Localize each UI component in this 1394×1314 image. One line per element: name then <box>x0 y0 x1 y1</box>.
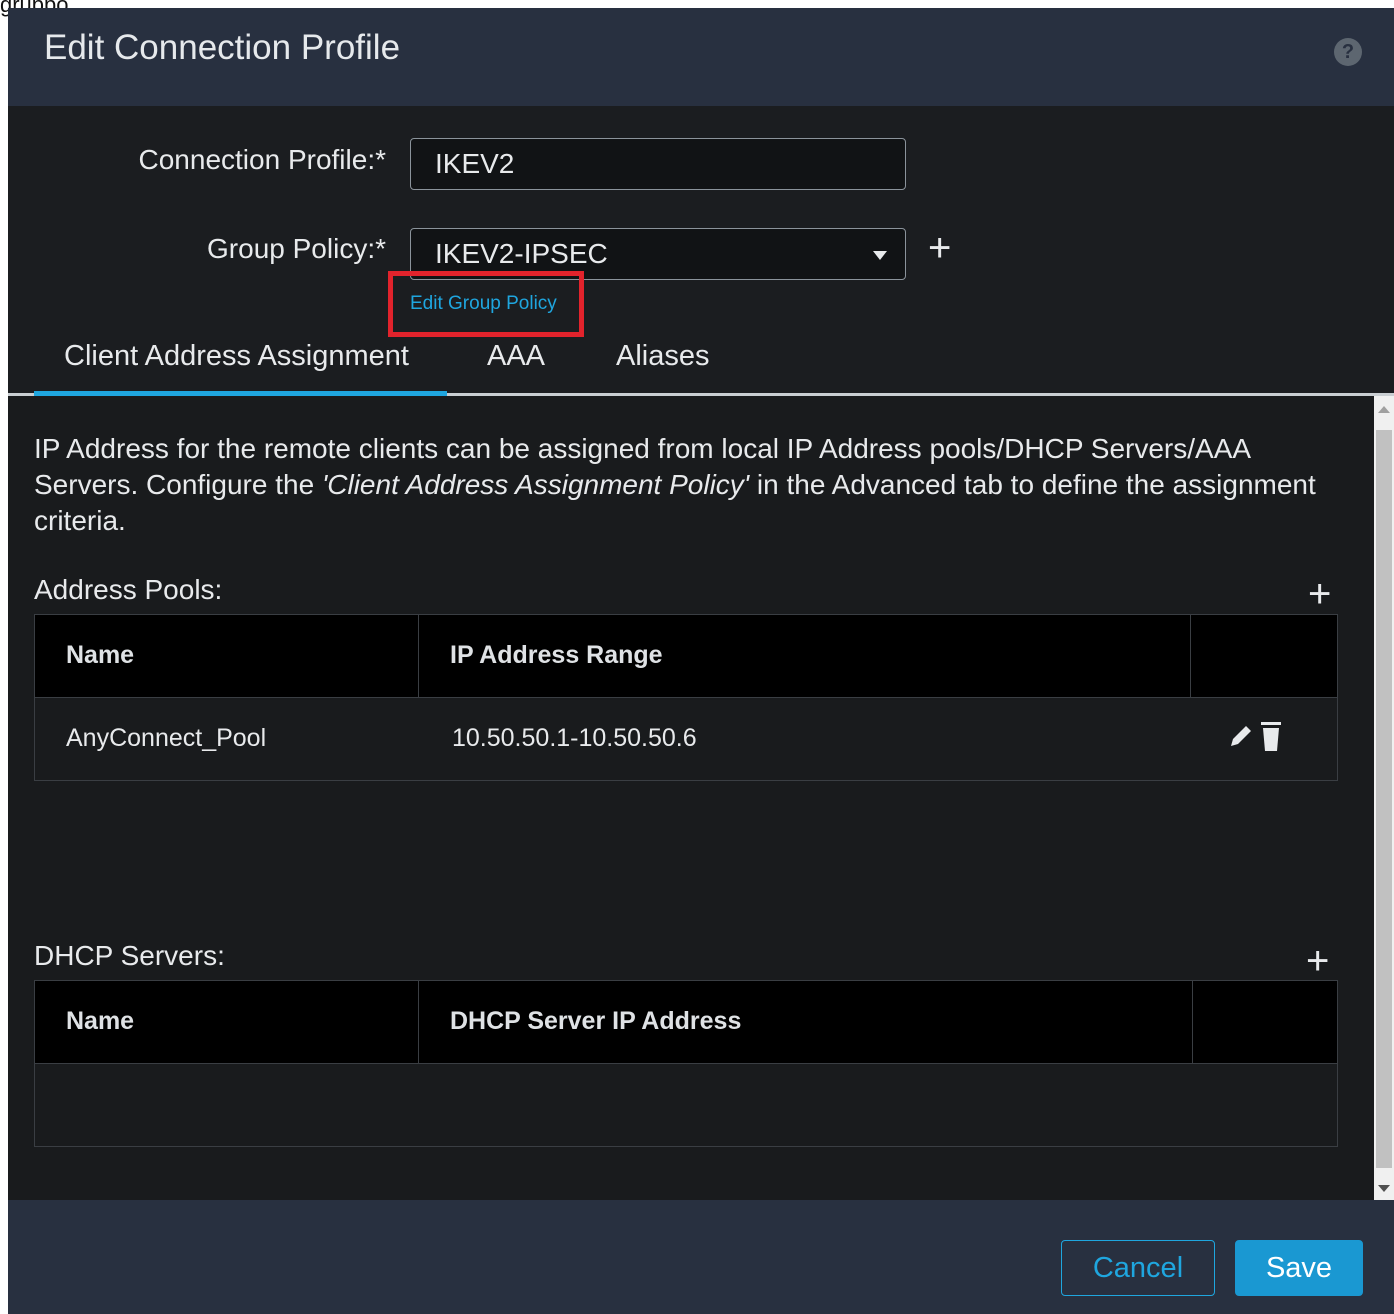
add-dhcp-server-icon[interactable]: + <box>1306 941 1329 981</box>
dhcp-servers-label: DHCP Servers: <box>34 940 225 971</box>
column-header-name: Name <box>35 981 419 1063</box>
address-pools-table: Name IP Address Range AnyConnect_Pool 10… <box>34 614 1338 781</box>
save-button[interactable]: Save <box>1235 1240 1363 1296</box>
column-header-actions <box>1191 615 1337 697</box>
description-emphasis: 'Client Address Assignment Policy' <box>321 469 750 500</box>
edit-connection-profile-dialog: Edit Connection Profile ? Connection Pro… <box>8 8 1394 1314</box>
dialog-title: Edit Connection Profile <box>44 28 401 67</box>
column-header-ip-range: IP Address Range <box>419 615 1191 697</box>
scroll-up-arrow-icon[interactable] <box>1378 406 1390 413</box>
tab-aliases[interactable]: Aliases <box>616 340 710 373</box>
pool-name-cell: AnyConnect_Pool <box>66 724 267 752</box>
add-address-pool-icon[interactable]: + <box>1308 574 1331 614</box>
edit-group-policy-link[interactable]: Edit Group Policy <box>410 293 557 315</box>
address-pools-label: Address Pools: <box>34 574 223 605</box>
column-header-actions <box>1193 981 1337 1063</box>
question-mark-icon[interactable]: ? <box>1334 38 1362 66</box>
empty-table-row <box>35 1063 1337 1146</box>
chevron-down-icon <box>873 251 887 260</box>
tab-content-panel: IP Address for the remote clients can be… <box>8 396 1374 1200</box>
column-header-name: Name <box>35 615 419 697</box>
connection-profile-label: Connection Profile:* <box>138 144 386 175</box>
scrollbar-thumb[interactable] <box>1376 430 1392 1168</box>
trash-icon[interactable] <box>1260 720 1282 752</box>
cancel-button[interactable]: Cancel <box>1061 1240 1215 1296</box>
group-policy-selected-value: IKEV2-IPSEC <box>435 238 608 269</box>
table-row: AnyConnect_Pool 10.50.50.1-10.50.50.6 <box>35 697 1337 780</box>
dialog-footer: Cancel Save <box>8 1200 1394 1314</box>
dialog-header: Edit Connection Profile ? <box>8 8 1394 106</box>
table-header: Name DHCP Server IP Address <box>35 981 1337 1063</box>
table-header: Name IP Address Range <box>35 615 1337 697</box>
assignment-description: IP Address for the remote clients can be… <box>34 431 1344 539</box>
group-policy-label: Group Policy:* <box>207 233 386 264</box>
pencil-icon[interactable] <box>1228 723 1254 749</box>
vertical-scrollbar[interactable] <box>1374 396 1394 1200</box>
dhcp-servers-table: Name DHCP Server IP Address <box>34 980 1338 1147</box>
column-header-dhcp-ip: DHCP Server IP Address <box>419 981 1193 1063</box>
connection-profile-input[interactable]: IKEV2 <box>410 138 906 190</box>
add-group-policy-icon[interactable]: + <box>928 228 951 268</box>
scroll-down-arrow-icon[interactable] <box>1378 1185 1390 1192</box>
tab-client-address-assignment[interactable]: Client Address Assignment <box>64 340 409 373</box>
pool-range-cell: 10.50.50.1-10.50.50.6 <box>452 724 697 752</box>
tab-aaa[interactable]: AAA <box>487 340 545 373</box>
